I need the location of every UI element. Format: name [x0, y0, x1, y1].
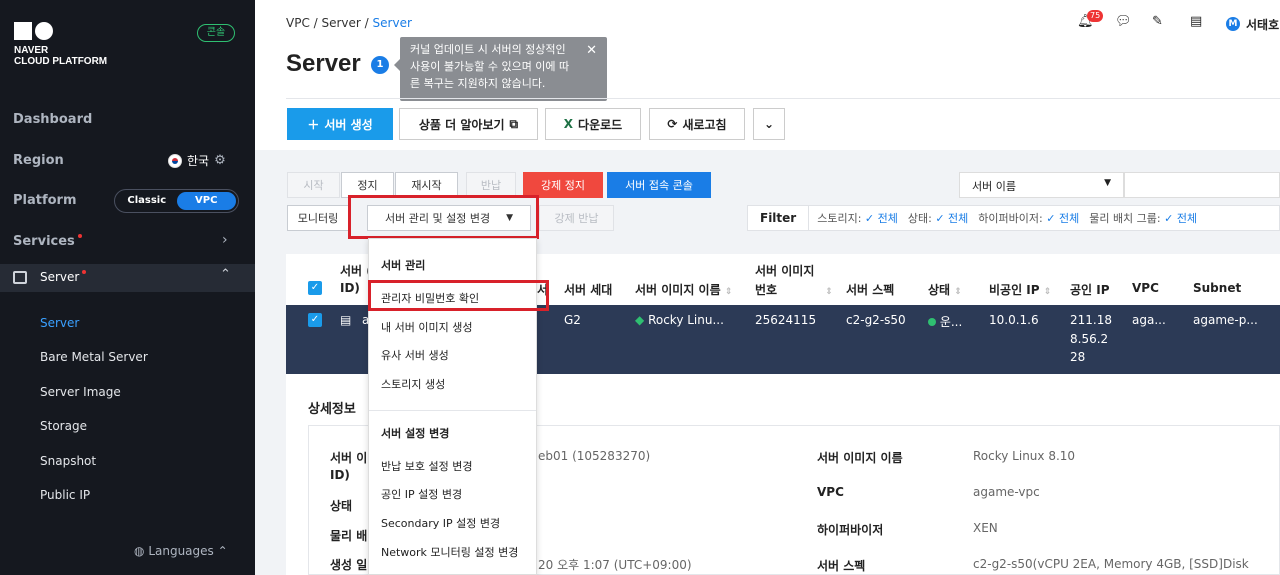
- force-return-button[interactable]: 강제 반납: [539, 205, 614, 231]
- col-image-no[interactable]: 서버 이미지: [755, 262, 814, 279]
- download-button[interactable]: X 다운로드: [545, 108, 641, 140]
- chevron-up-icon: ⌃: [217, 544, 228, 558]
- col-image[interactable]: 서버 이미지 이름 ⇕: [635, 281, 732, 298]
- toggle-vpc[interactable]: VPC: [176, 192, 236, 210]
- chevron-right-icon: ›: [222, 232, 228, 248]
- chevron-down-icon: ⌄: [763, 117, 775, 131]
- notice-badge[interactable]: 1: [371, 56, 389, 74]
- create-server-button[interactable]: ＋ 서버 생성: [287, 108, 393, 140]
- menu-similar-server[interactable]: 유사 서버 생성: [381, 347, 449, 363]
- sub-storage[interactable]: Storage: [40, 419, 87, 433]
- more-info-button[interactable]: 상품 더 알아보기 ⧉: [399, 108, 538, 140]
- globe-icon: ◍: [134, 544, 145, 558]
- external-link-icon: ⧉: [509, 116, 519, 131]
- nav-dashboard[interactable]: Dashboard: [13, 112, 92, 127]
- document-edit-icon[interactable]: ✎: [1152, 14, 1163, 29]
- select-all-checkbox[interactable]: ✓: [308, 281, 322, 295]
- menu-secondary-ip-setting[interactable]: Secondary IP 설정 변경: [381, 515, 500, 531]
- more-dropdown-button[interactable]: ⌄: [753, 108, 785, 140]
- highlight-box-admin-password: [368, 280, 549, 311]
- nav-server[interactable]: Server ⌃: [0, 264, 255, 292]
- col-public-ip[interactable]: 공인 IP: [1070, 281, 1110, 298]
- divider: [286, 98, 1280, 99]
- notification-count: 75: [1087, 10, 1104, 22]
- monitoring-button[interactable]: 모니터링: [287, 205, 349, 231]
- sidebar: NAVER CLOUD PLATFORM 콘솔 Dashboard Region…: [0, 0, 255, 575]
- nav-platform: Platform: [13, 193, 77, 208]
- sub-server[interactable]: Server: [40, 316, 79, 330]
- filter-bar[interactable]: Filter 스토리지: ✓ 전체 상태: ✓ 전체 하이퍼바이저: ✓ 전체 …: [747, 205, 1280, 231]
- languages-button[interactable]: ◍ Languages ⌃: [134, 544, 228, 558]
- console-button[interactable]: 콘솔: [197, 24, 235, 42]
- toggle-classic[interactable]: Classic: [117, 192, 177, 210]
- console-access-button[interactable]: 서버 접속 콘솔: [607, 172, 711, 198]
- search-select[interactable]: 서버 이름 ▼: [959, 172, 1124, 198]
- col-subnet[interactable]: Subnet: [1193, 281, 1241, 295]
- menu-header-settings: 서버 설정 변경: [381, 427, 450, 440]
- gear-icon[interactable]: ⚙: [214, 153, 226, 168]
- rocky-linux-icon: ◆: [635, 313, 645, 327]
- col-status[interactable]: 상태 ⇕: [928, 281, 962, 298]
- search-input[interactable]: [1124, 172, 1280, 198]
- chevron-up-icon: ⌃: [220, 267, 231, 282]
- platform-toggle[interactable]: Classic VPC: [114, 189, 239, 213]
- menu-header-server-manage: 서버 관리: [381, 259, 426, 272]
- col-private-ip[interactable]: 비공인 IP ⇕: [989, 281, 1051, 298]
- menu-create-storage[interactable]: 스토리지 생성: [381, 376, 445, 392]
- status-dot: [928, 318, 936, 326]
- korea-flag-icon: [168, 153, 182, 168]
- sort-icon: ⇕: [825, 287, 833, 297]
- page-title: Server: [286, 50, 361, 77]
- col-spec[interactable]: 서버 스펙: [846, 281, 894, 298]
- menu-divider: [369, 410, 536, 411]
- region-selector[interactable]: 한국 ⚙: [168, 152, 226, 169]
- close-icon[interactable]: ✕: [586, 42, 597, 59]
- naver-cloud-logo[interactable]: NAVER CLOUD PLATFORM: [14, 22, 107, 67]
- menu-return-protection[interactable]: 반납 보호 설정 변경: [381, 458, 472, 474]
- book-icon[interactable]: ▤: [1190, 14, 1202, 29]
- new-dot: [82, 270, 87, 274]
- new-dot: [77, 234, 82, 238]
- detail-title: 상세정보: [308, 402, 356, 417]
- sub-server-image[interactable]: Server Image: [40, 385, 121, 399]
- caret-down-icon: ▼: [1104, 178, 1111, 188]
- sort-icon: ⇕: [724, 287, 733, 297]
- sort-icon: ⇕: [1043, 287, 1052, 297]
- sort-icon: ⇕: [954, 287, 962, 297]
- avatar[interactable]: M: [1226, 17, 1240, 31]
- sub-bare-metal-server[interactable]: Bare Metal Server: [40, 350, 148, 364]
- sub-snapshot[interactable]: Snapshot: [40, 454, 96, 468]
- row-server-icon: ▤: [340, 313, 352, 327]
- breadcrumb: VPC / Server / Server: [286, 16, 412, 30]
- refresh-button[interactable]: ⟳ 새로고침: [649, 108, 745, 140]
- col-vpc[interactable]: VPC: [1132, 281, 1159, 295]
- user-name[interactable]: 서태호: [1246, 16, 1279, 33]
- nav-region: Region: [13, 153, 64, 168]
- server-icon: [13, 271, 27, 284]
- menu-network-monitoring-setting[interactable]: Network 모니터링 설정 변경: [381, 544, 518, 560]
- row-checkbox[interactable]: ✓: [308, 313, 322, 327]
- kernel-tooltip: 커널 업데이트 시 서버의 정상적인 사용이 불가능할 수 있으며 이에 따른 …: [394, 37, 607, 101]
- highlight-box: [348, 195, 539, 239]
- sub-public-ip[interactable]: Public IP: [40, 488, 90, 502]
- plus-icon: ＋: [307, 117, 320, 132]
- refresh-icon: ⟳: [667, 117, 678, 131]
- menu-create-image[interactable]: 내 서버 이미지 생성: [381, 319, 472, 335]
- nav-services[interactable]: Services: [13, 234, 82, 249]
- chat-icon[interactable]: 💬︎: [1115, 14, 1132, 29]
- start-button[interactable]: 시작: [287, 172, 340, 198]
- menu-public-ip-setting[interactable]: 공인 IP 설정 변경: [381, 486, 462, 502]
- col-gen[interactable]: 서버 세대: [564, 281, 612, 298]
- col-name[interactable]: 서버 (: [340, 262, 372, 279]
- excel-icon: X: [563, 117, 574, 131]
